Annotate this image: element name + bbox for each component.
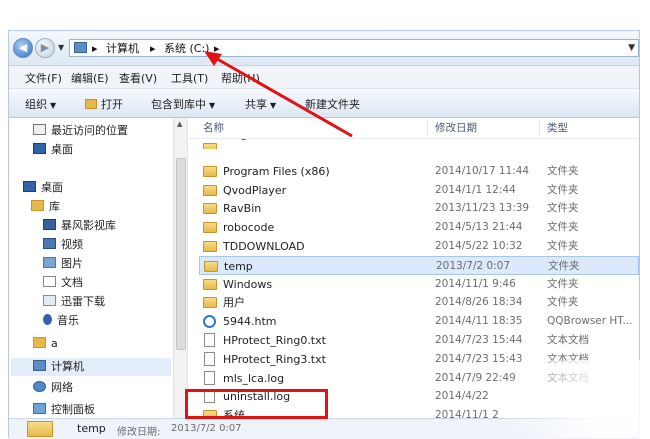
annotation-arrow-line	[211, 54, 353, 138]
watermark-fade	[505, 360, 650, 438]
